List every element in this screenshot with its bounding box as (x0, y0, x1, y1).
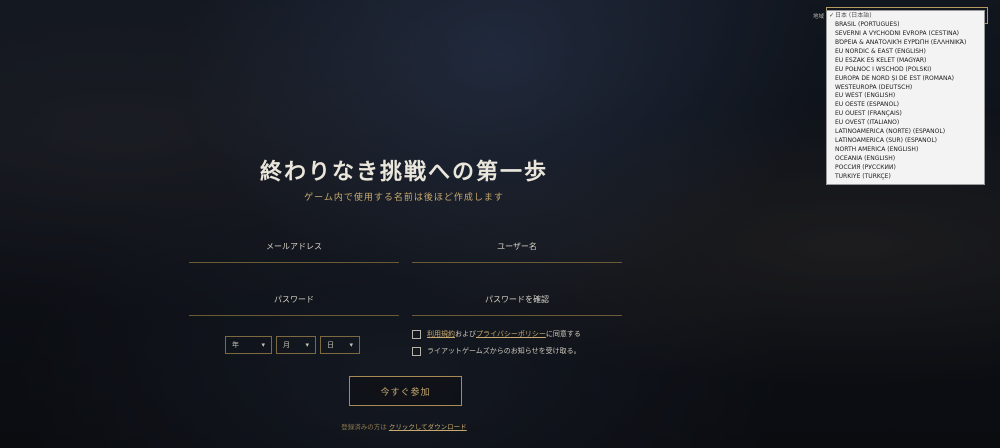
region-option-label: OCEANIA (ENGLISH) (835, 155, 896, 162)
news-consent-row: ライアットゲームズからのお知らせを受け取る。 (412, 346, 581, 356)
region-option[interactable]: EU PÓŁNOC I WSCHÓD (POLSKI) (827, 66, 984, 75)
region-option-label: РОССИЯ (РУССКИЙ) (835, 163, 896, 171)
region-option-label: LATINOAMÉRICA (SUR) (ESPAÑOL) (835, 137, 938, 145)
region-option-label: LATINOAMÉRICA (NORTE) (ESPAÑOL) (835, 128, 946, 136)
region-option-label: EU WEST (ENGLISH) (835, 92, 896, 100)
chevron-down-icon: ▾ (349, 341, 353, 349)
footer-prefix: 登録済みの方は (341, 423, 387, 431)
news-label: ライアットゲームズからのお知らせを受け取る。 (427, 347, 581, 355)
terms-checkbox[interactable] (412, 329, 421, 339)
terms-consent-row: 利用規約 および プライバシーポリシー に同意する (412, 329, 581, 339)
confirm-password-label: パスワードを確認 (485, 295, 549, 304)
region-option[interactable]: BRASIL (PORTUGUÊS) (827, 21, 984, 30)
birth-month-label: 月 (283, 341, 290, 349)
region-option[interactable]: EU ÉSZAK ÉS KELET (MAGYAR) (827, 57, 984, 66)
region-option[interactable]: ✓日本 (日本語) (827, 12, 984, 21)
region-option[interactable]: EU OESTE (ESPAÑOL) (827, 101, 984, 110)
footer: 登録済みの方は クリックしてダウンロード (0, 421, 808, 431)
region-label: 地域 (813, 14, 825, 20)
birth-day-label: 日 (327, 341, 334, 349)
privacy-policy-link[interactable]: プライバシーポリシー (476, 329, 546, 339)
region-option-label: EU OUEST (FRANÇAIS) (835, 110, 902, 118)
birth-year-label: 年 (232, 341, 239, 349)
page-subtitle: ゲーム内で使用する名前は後ほど作成します (304, 193, 504, 203)
region-option[interactable]: OCEANIA (ENGLISH) (827, 155, 984, 164)
region-option-label: EU OVEST (ITALIANO) (835, 119, 900, 127)
join-now-button[interactable]: 今すぐ参加 (349, 376, 462, 406)
region-option-label: 日本 (日本語) (835, 12, 872, 19)
password-label: パスワード (274, 295, 314, 304)
email-field[interactable]: メールアドレス (189, 238, 399, 263)
news-checkbox[interactable] (412, 346, 421, 356)
birth-year-select[interactable]: 年 ▾ (225, 336, 272, 354)
region-dropdown-list: ✓日本 (日本語) BRASIL (PORTUGUÊS) SEVERNÍ A V… (826, 10, 985, 185)
region-option[interactable]: WESTEUROPA (DEUTSCH) (827, 84, 984, 93)
region-option[interactable]: EU WEST (ENGLISH) (827, 92, 984, 101)
birth-day-select[interactable]: 日 ▾ (320, 336, 360, 354)
region-option[interactable]: ΒΌΡΕΙΑ & ΑΝΑΤΟΛΙΚΉ ΕΥΡΏΠΗ (ΕΛΛΗΝΙΚΆ) (827, 39, 984, 48)
username-field[interactable]: ユーザー名 (412, 238, 622, 263)
page-title: 終わりなき挑戦への第一歩 (259, 159, 548, 185)
region-option-label: EU ÉSZAK ÉS KELET (MAGYAR) (835, 56, 927, 64)
chevron-down-icon: ▾ (305, 341, 309, 349)
region-option-label: EU NORDIC & EAST (ENGLISH) (835, 47, 926, 55)
region-option-label: SEVERNÍ A VÝCHODNÍ EVROPA (ČEŠTINA) (835, 29, 960, 37)
region-option[interactable]: TÜRKIYE (TÜRKÇE) (827, 173, 984, 182)
signup-page: 終わりなき挑戦への第一歩 ゲーム内で使用する名前は後ほど作成します メールアドレ… (0, 0, 1000, 448)
region-option-label: WESTEUROPA (DEUTSCH) (835, 83, 913, 91)
email-label: メールアドレス (266, 242, 322, 251)
region-option-label: BRASIL (PORTUGUÊS) (835, 20, 900, 28)
password-field[interactable]: パスワード (189, 291, 399, 316)
region-option[interactable]: EU OVEST (ITALIANO) (827, 119, 984, 128)
terms-link[interactable]: 利用規約 (427, 329, 455, 339)
region-option[interactable]: EU OUEST (FRANÇAIS) (827, 110, 984, 119)
region-option[interactable]: SEVERNÍ A VÝCHODNÍ EVROPA (ČEŠTINA) (827, 30, 984, 39)
terms-connector: および (455, 330, 476, 338)
region-option-label: TÜRKIYE (TÜRKÇE) (835, 172, 891, 180)
region-option[interactable]: NORTH AMERICA (ENGLISH) (827, 146, 984, 155)
confirm-password-field[interactable]: パスワードを確認 (412, 291, 622, 316)
username-label: ユーザー名 (497, 242, 537, 251)
download-link[interactable]: クリックしてダウンロード (389, 423, 467, 431)
region-option-label: ΒΌΡΕΙΑ & ΑΝΑΤΟΛΙΚΉ ΕΥΡΏΠΗ (ΕΛΛΗΝΙΚΆ) (835, 38, 967, 46)
region-option-label: NORTH AMERICA (ENGLISH) (835, 146, 919, 154)
terms-suffix: に同意する (545, 330, 581, 338)
region-option-label: EUROPA DE NORD ȘI DE EST (ROMÂNĂ) (835, 74, 954, 82)
birth-month-select[interactable]: 月 ▾ (276, 336, 316, 354)
region-option-label: EU OESTE (ESPAÑOL) (835, 101, 899, 109)
region-option-label: EU PÓŁNOC I WSCHÓD (POLSKI) (835, 65, 932, 73)
region-option[interactable]: LATINOAMÉRICA (NORTE) (ESPAÑOL) (827, 128, 984, 137)
region-option[interactable]: EUROPA DE NORD ȘI DE EST (ROMÂNĂ) (827, 75, 984, 84)
chevron-down-icon: ▾ (261, 341, 265, 349)
region-option[interactable]: РОССИЯ (РУССКИЙ) (827, 164, 984, 173)
region-option[interactable]: EU NORDIC & EAST (ENGLISH) (827, 48, 984, 57)
region-option[interactable]: LATINOAMÉRICA (SUR) (ESPAÑOL) (827, 137, 984, 146)
join-now-label: 今すぐ参加 (380, 387, 431, 398)
